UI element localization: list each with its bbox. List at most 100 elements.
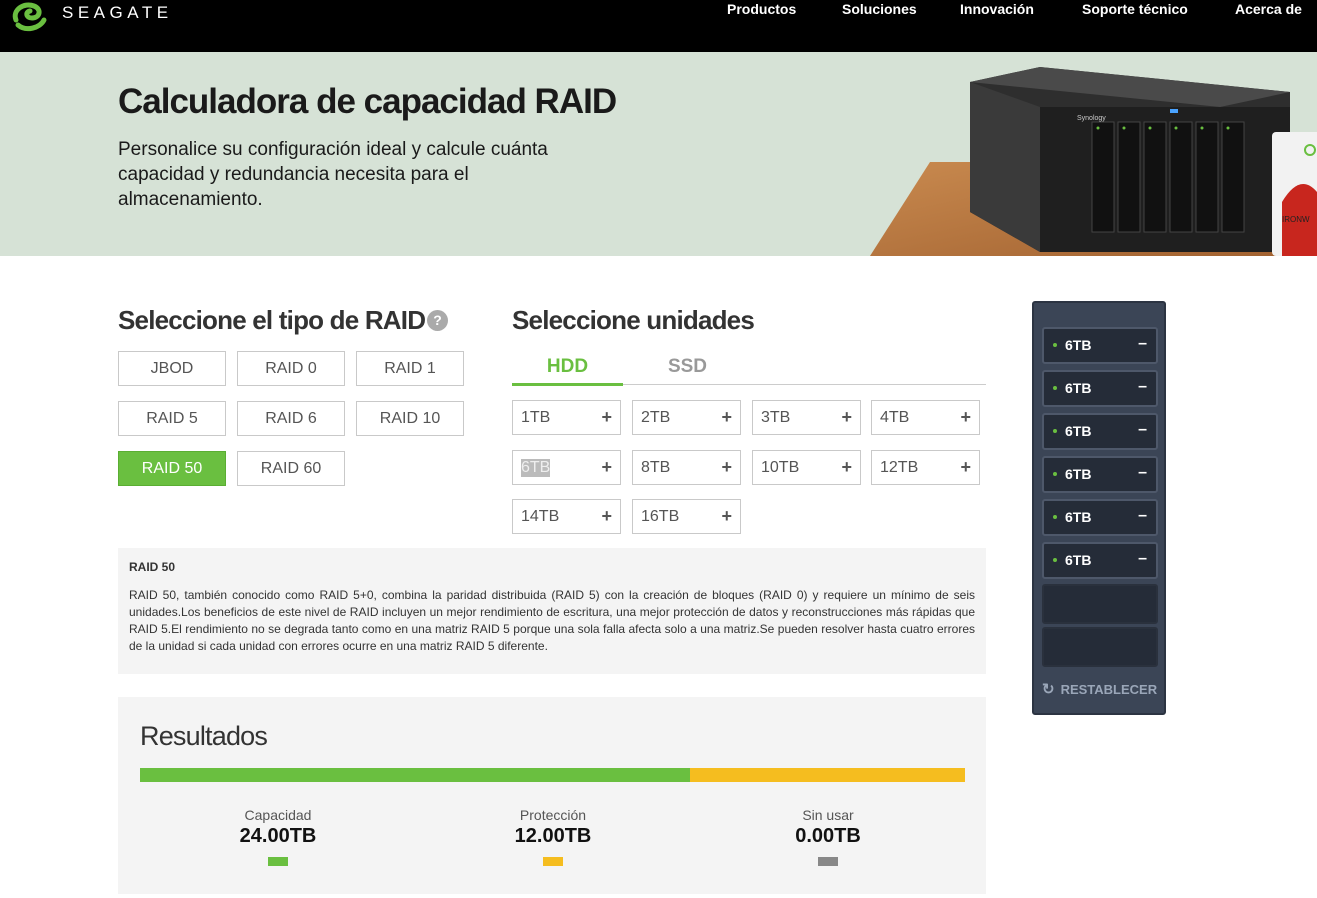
result-protection-label: Protección [519,807,587,823]
slot-size: 6TB [1065,380,1092,396]
empty-drive-slot [1042,584,1158,624]
reset-label: RESTABLECER [1060,681,1158,697]
drive-option-8tb[interactable]: 8TB + [632,450,741,485]
slot-size: 6TB [1065,423,1092,439]
drive-slot: 6TB – [1042,413,1158,450]
status-led [1053,472,1057,476]
remove-drive-button[interactable]: – [1138,378,1147,396]
remove-drive-button[interactable]: – [1138,335,1147,353]
reset-button[interactable]: ↻ RESTABLECER [1042,680,1157,698]
drive-size-label: 4TB [880,409,910,426]
drive-slot: 6TB – [1042,370,1158,407]
question-circle-icon[interactable]: ? [427,310,448,331]
top-navigation-bar: SEAGATE Productos Soluciones Innovación … [0,0,1317,52]
drive-option-6tb[interactable]: 6TB + [512,450,621,485]
drive-slot: 6TB – [1042,499,1158,536]
results-panel: Resultados Capacidad 24.00TB Protección … [118,697,986,894]
seagate-swirl-icon [12,2,47,32]
drive-size-label: 10TB [761,459,800,476]
raid-description-title: RAID 50 [129,560,176,574]
nav-item-productos[interactable]: Productos [727,1,796,17]
plus-icon: + [960,407,971,427]
nas-brand-label: Synology [1077,115,1106,122]
plus-icon: + [841,457,852,477]
drives-section-title: Seleccione unidades [512,305,755,335]
hero-banner: Calculadora de capacidad RAID Personalic… [0,52,1317,256]
drive-size-label: 8TB [641,459,671,476]
status-led [1053,429,1057,433]
empty-drive-slot [1042,627,1158,667]
nav-item-innovacion[interactable]: Innovación [960,1,1034,17]
plus-icon: + [960,457,971,477]
drive-option-14tb[interactable]: 14TB + [512,499,621,534]
drive-option-12tb[interactable]: 12TB + [871,450,980,485]
protection-bar-segment [690,768,965,782]
result-protection-value: 12.00TB [514,825,592,847]
slot-size: 6TB [1065,466,1092,482]
result-protection: Protección 12.00TB [453,807,653,866]
drive-size-label: 14TB [521,508,560,525]
slot-size: 6TB [1065,509,1092,525]
drive-size-label: 16TB [641,508,680,525]
remove-drive-button[interactable]: – [1138,464,1147,482]
drive-slot: 6TB – [1042,456,1158,493]
plus-icon: + [721,506,732,526]
unused-swatch [818,857,838,866]
status-led [1053,558,1057,562]
drive-brand-label: IRONW [1282,215,1310,224]
raid-option-raid1[interactable]: RAID 1 [356,351,464,386]
remove-drive-button[interactable]: – [1138,550,1147,568]
refresh-icon: ↻ [1042,681,1055,698]
nav-item-soluciones[interactable]: Soluciones [842,1,917,17]
drive-option-10tb[interactable]: 10TB + [752,450,861,485]
result-unused-value: 0.00TB [795,825,861,847]
drive-size-label: 2TB [641,409,671,426]
capacity-bar [140,768,965,782]
status-led [1053,386,1057,390]
tab-hdd[interactable]: HDD [512,356,623,378]
tab-active-indicator [512,383,623,386]
result-unused-label: Sin usar [802,807,854,823]
drive-slot: 6TB – [1042,542,1158,579]
plus-icon: + [721,407,732,427]
drive-option-1tb[interactable]: 1TB + [512,400,621,435]
drive-slot: 6TB – [1042,327,1158,364]
status-led [1053,515,1057,519]
results-title: Resultados [140,721,268,751]
hero-subtitle: Personalice su configuración ideal y cal… [118,139,548,210]
raid-option-raid50[interactable]: RAID 50 [118,451,226,486]
drive-size-label: 6TB [521,459,551,477]
result-capacity-label: Capacidad [244,807,312,823]
result-capacity: Capacidad 24.00TB [178,807,378,866]
slot-size: 6TB [1065,552,1092,568]
remove-drive-button[interactable]: – [1138,507,1147,525]
drive-option-16tb[interactable]: 16TB + [632,499,741,534]
raid-option-raid5[interactable]: RAID 5 [118,401,226,436]
capacity-bar-segment [140,768,691,782]
raid-description: RAID 50 RAID 50, también conocido como R… [118,548,986,674]
drive-size-label: 3TB [761,409,791,426]
raid-option-raid60[interactable]: RAID 60 [237,451,345,486]
nav-item-soporte[interactable]: Soporte técnico [1082,1,1188,17]
raid-option-raid0[interactable]: RAID 0 [237,351,345,386]
result-unused: Sin usar 0.00TB [728,807,928,866]
plus-icon: + [841,407,852,427]
seagate-logo[interactable]: SEAGATE [10,0,173,34]
plus-icon: + [601,506,612,526]
raid-description-body: RAID 50, también conocido como RAID 5+0,… [129,588,975,653]
nav-item-acerca[interactable]: Acerca de [1235,1,1302,17]
raid-option-jbod[interactable]: JBOD [118,351,226,386]
raid-section-title: Seleccione el tipo de RAID [118,305,426,335]
drive-option-2tb[interactable]: 2TB + [632,400,741,435]
raid-option-raid6[interactable]: RAID 6 [237,401,345,436]
capacity-swatch [268,857,288,866]
raid-option-raid10[interactable]: RAID 10 [356,401,464,436]
plus-icon: + [601,407,612,427]
remove-drive-button[interactable]: – [1138,421,1147,439]
nas-drive-bay-panel: 6TB – 6TB – 6TB – 6TB – 6TB – 6TB – ↻ RESTABLE… [1032,301,1166,715]
drive-option-4tb[interactable]: 4TB + [871,400,980,435]
drive-option-3tb[interactable]: 3TB + [752,400,861,435]
tab-ssd[interactable]: SSD [632,356,743,378]
drive-size-label: 1TB [521,409,551,426]
nas-product-image: Synology IRONW [870,67,1317,256]
